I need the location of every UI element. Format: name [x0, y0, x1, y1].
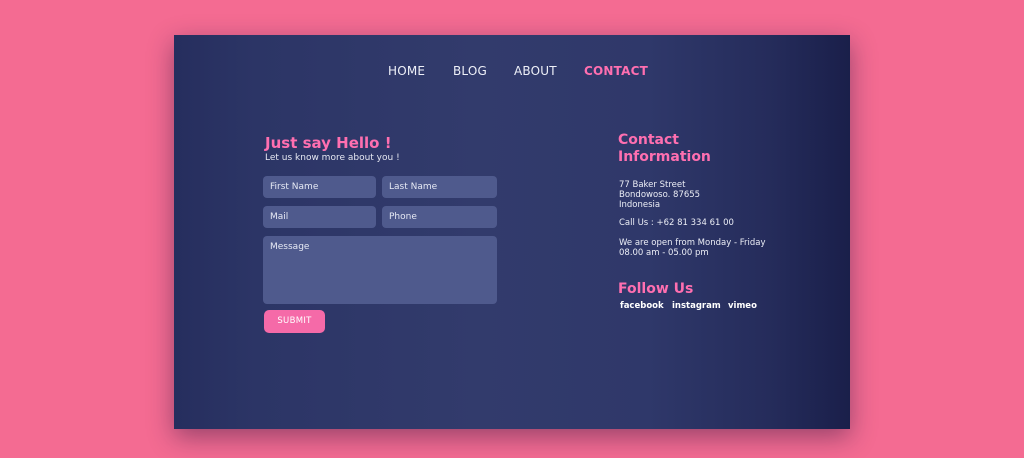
contact-heading-line1: Contact: [618, 132, 679, 148]
address-block: 77 Baker Street Bondowoso. 87655 Indones…: [619, 180, 700, 210]
address-line: Indonesia: [619, 200, 661, 210]
message-field[interactable]: Message: [263, 236, 497, 304]
contact-card: HOME BLOG ABOUT CONTACT Just say Hello !…: [174, 35, 850, 429]
opening-hours: We are open from Monday - Friday 08.00 a…: [619, 238, 765, 258]
address-line: 77 Baker Street: [619, 180, 686, 190]
follow-us-heading: Follow Us: [618, 281, 694, 297]
contact-info-heading: Contact Information: [618, 132, 748, 166]
facebook-link[interactable]: facebook: [620, 301, 664, 311]
mail-field[interactable]: Mail: [263, 206, 376, 228]
first-name-field[interactable]: First Name: [263, 176, 376, 198]
hours-line: We are open from Monday - Friday: [619, 238, 766, 248]
form-subtitle: Let us know more about you !: [265, 153, 400, 163]
vimeo-link[interactable]: vimeo: [728, 301, 757, 311]
nav-home-link[interactable]: HOME: [388, 64, 425, 78]
last-name-field[interactable]: Last Name: [382, 176, 497, 198]
contact-heading-line2: Information: [618, 149, 711, 165]
submit-button[interactable]: SUBMIT: [264, 310, 325, 333]
address-line: Bondowoso. 87655: [619, 190, 701, 200]
phone-field[interactable]: Phone: [382, 206, 497, 228]
form-title: Just say Hello !: [265, 134, 392, 152]
instagram-link[interactable]: instagram: [672, 301, 721, 311]
hours-line: 08.00 am - 05.00 pm: [619, 248, 709, 258]
nav-contact-link[interactable]: CONTACT: [584, 64, 648, 78]
nav-about-link[interactable]: ABOUT: [514, 64, 557, 78]
phone-text: Call Us : +62 81 334 61 00: [619, 218, 734, 228]
nav-blog-link[interactable]: BLOG: [453, 64, 487, 78]
top-nav: HOME BLOG ABOUT CONTACT: [174, 64, 850, 80]
